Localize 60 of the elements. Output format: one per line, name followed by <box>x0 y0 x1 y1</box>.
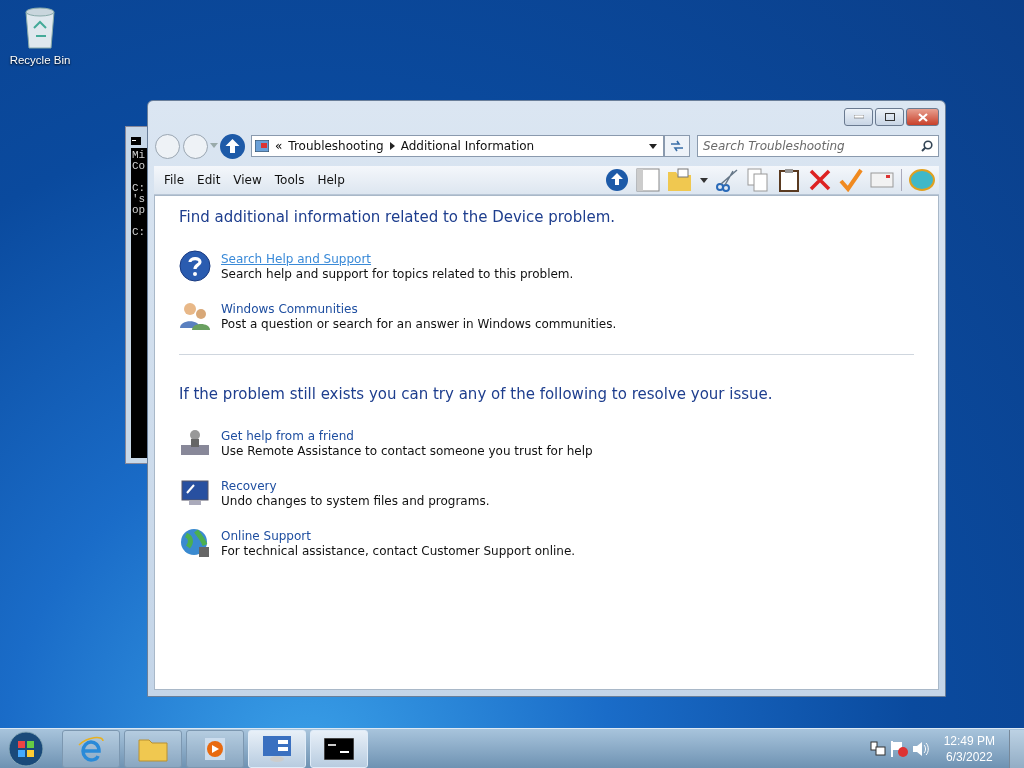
task-link[interactable]: Get help from a friend <box>221 429 354 443</box>
console-icon <box>324 737 354 760</box>
close-icon <box>917 112 928 122</box>
menu-item[interactable]: Tools <box>274 173 305 187</box>
recycle-bin-icon[interactable] <box>22 6 58 50</box>
refresh-button[interactable] <box>664 135 690 157</box>
delete-icon[interactable] <box>808 168 832 192</box>
menu-item[interactable]: File <box>164 173 185 187</box>
search-field[interactable]: Search Troubleshooting <box>697 135 939 157</box>
folder-check-icon[interactable] <box>667 168 693 192</box>
console-text: 's <box>132 194 147 205</box>
task-description: Post a question or search for an answer in Windows communities. <box>221 317 617 331</box>
address-bar[interactable]: « Troubleshooting Additional Information <box>251 135 664 157</box>
checkmark-icon[interactable] <box>839 168 863 192</box>
breadcrumb-item[interactable]: Troubleshooting <box>288 139 384 153</box>
task-link[interactable]: Recovery <box>221 479 277 493</box>
task-description: Search help and support for topics related to this problem. <box>221 267 574 281</box>
people-icon <box>179 300 211 332</box>
control-panel-icon <box>262 734 292 763</box>
console-text: C: <box>132 227 147 238</box>
console-icon <box>131 137 141 145</box>
clipboard-icon[interactable] <box>777 168 801 192</box>
search-icon <box>921 140 933 152</box>
menu-item[interactable]: View <box>233 173 262 187</box>
task-description: For technical assistance, contact Customer Support online. <box>221 544 576 558</box>
desktop-icon-label[interactable]: Recycle Bin <box>9 54 71 66</box>
task-link[interactable]: Windows Communities <box>221 302 358 316</box>
flag-error-icon[interactable] <box>889 739 908 758</box>
control-panel-icon <box>255 140 269 152</box>
task-description: Undo changes to system files and programs. <box>221 494 490 508</box>
dropdown-arrow-icon[interactable] <box>700 177 708 183</box>
maximize-icon <box>884 113 895 121</box>
overflow-chevron[interactable]: « <box>275 139 283 153</box>
breadcrumb-arrow-icon[interactable] <box>389 142 395 150</box>
globe-icon <box>179 527 211 559</box>
task-link[interactable]: Online Support <box>221 529 311 543</box>
console-text: Mi <box>132 150 147 161</box>
section-heading: Find additional information related to the Device problem. <box>179 208 617 226</box>
browser-e-icon <box>76 734 106 763</box>
console-text: C: <box>132 183 147 194</box>
refresh-icon <box>670 140 684 152</box>
show-desktop-button[interactable] <box>1009 729 1024 768</box>
console-text: Co <box>132 161 147 172</box>
start-button[interactable] <box>8 730 44 767</box>
play-icon <box>203 735 227 762</box>
close-button[interactable] <box>906 108 939 126</box>
dropdown-arrow-icon[interactable] <box>649 143 657 149</box>
maximize-button[interactable] <box>875 108 904 126</box>
minimize-icon <box>853 115 864 119</box>
network-icon[interactable] <box>869 740 886 757</box>
section-heading: If the problem still exists you can try any of the following to resolve your issue. <box>179 385 774 403</box>
help-icon <box>179 250 211 282</box>
speaker-icon[interactable] <box>911 740 930 757</box>
breadcrumb-item[interactable]: Additional Information <box>400 139 535 153</box>
task-description: Use Remote Assistance to contact someone you trust for help <box>221 444 593 458</box>
menu-item[interactable]: Edit <box>197 173 221 187</box>
menu-item[interactable]: Help <box>317 173 345 187</box>
scissors-icon[interactable] <box>715 168 739 192</box>
minimize-button[interactable] <box>844 108 873 126</box>
task-link[interactable]: Search Help and Support <box>221 252 372 266</box>
